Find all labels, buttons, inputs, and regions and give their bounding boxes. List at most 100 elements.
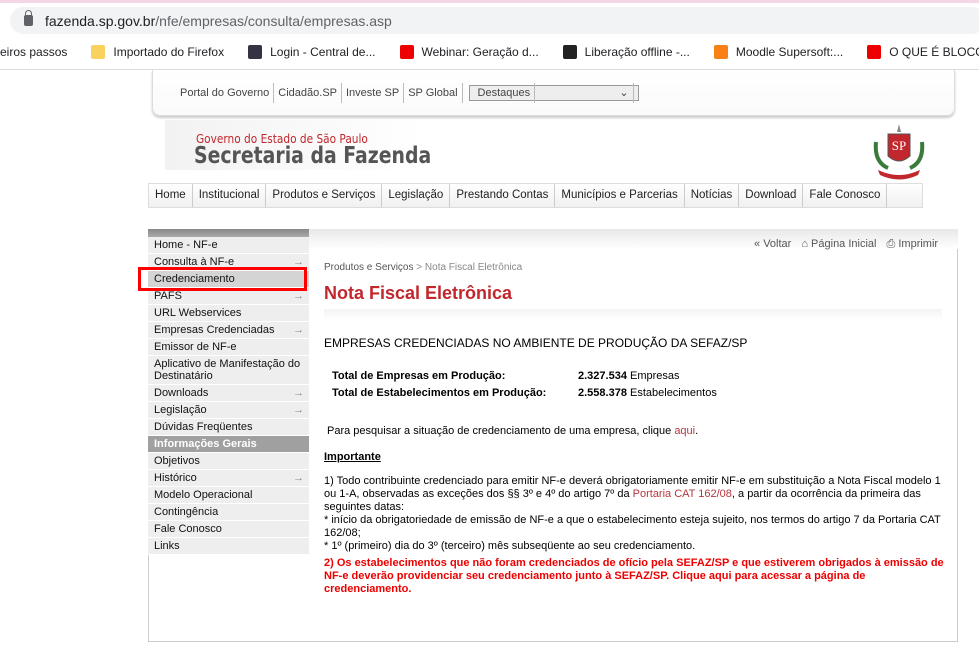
sidebar-item[interactable]: Links	[148, 538, 309, 555]
highlight-box	[138, 267, 307, 291]
bookmark-item[interactable]: O QUE É BLOCO K |...	[867, 45, 979, 59]
link-cidadao-sp[interactable]: Cidadão.SP	[274, 83, 342, 103]
sidebar-item[interactable]: Objetivos	[148, 453, 309, 470]
sidebar-item[interactable]: Aplicativo de Manifestação do Destinatár…	[148, 356, 309, 385]
nav-item-not-cias[interactable]: Notícias	[685, 184, 740, 207]
bookmark-item[interactable]: Moodle Supersoft:...	[713, 45, 844, 59]
home-link[interactable]: ⌂ Página Inicial	[801, 238, 876, 251]
sidebar-item[interactable]: Fale Conosco	[148, 521, 309, 538]
sidebar-item[interactable]: Legislação →	[148, 402, 309, 419]
bookmark-label: Importado do Firefox	[113, 45, 225, 59]
bookmark-item[interactable]: Liberação offline -...	[562, 45, 690, 59]
bookmark-item[interactable]: Login - Central de...	[248, 45, 376, 59]
search-link[interactable]: aqui	[674, 425, 695, 437]
youtube-icon	[399, 45, 414, 59]
p1-item: * 1º (primeiro) dia do 3º (terceiro) mês…	[324, 540, 696, 552]
sidebar-item[interactable]: Downloads →	[148, 385, 309, 402]
back-icon: «	[754, 238, 761, 250]
breadcrumb: Produtos e Serviços > Nota Fiscal Eletrô…	[324, 262, 522, 273]
nav-item-prestando-contas[interactable]: Prestando Contas	[450, 184, 556, 207]
moodle-icon	[713, 45, 728, 59]
sidebar-item-label: Home - NF-e	[154, 239, 218, 251]
print-label: Imprimir	[898, 238, 939, 250]
sidebar-item[interactable]: Empresas Credenciadas →	[148, 322, 309, 339]
svg-text:SP: SP	[892, 138, 906, 153]
chevron-down-icon: ⌄	[615, 83, 634, 103]
important-heading: Importante	[324, 451, 381, 463]
stat-number: 2.327.534	[578, 370, 627, 382]
stat-label: Total de Estabelecimentos em Produção:	[332, 387, 547, 399]
paragraph-1: 1) Todo contribuinte credenciado para em…	[324, 475, 944, 553]
arrow-right-icon: →	[293, 472, 304, 484]
sidebar-item-label: URL Webservices	[154, 307, 242, 319]
site-icon	[248, 45, 263, 59]
nav-item-institucional[interactable]: Institucional	[193, 184, 267, 207]
stat-number: 2.558.378	[578, 387, 627, 399]
tab-strip-edge	[0, 0, 979, 3]
home-icon: ⌂	[801, 238, 808, 250]
stat-value: 2.558.378 Estabelecimentos	[578, 386, 717, 401]
link-portal-governo[interactable]: Portal do Governo	[176, 83, 275, 103]
arrow-right-icon: →	[293, 404, 304, 416]
portaria-link[interactable]: Portaria CAT 162/08	[633, 488, 732, 500]
bookmark-item[interactable]: Importado do Firefox	[91, 45, 224, 59]
back-link[interactable]: « Voltar	[754, 238, 791, 251]
page-tools: « Voltar ⌂ Página Inicial ⎙ Imprimir	[754, 238, 938, 251]
paragraph-2-link[interactable]: 2) Os estabelecimentos que não foram cre…	[324, 557, 944, 596]
link-sp-global[interactable]: SP Global	[404, 83, 463, 103]
sidebar-item[interactable]: Home - NF-e	[148, 237, 309, 254]
page-title: Nota Fiscal Eletrônica	[324, 283, 513, 303]
bookmark-label: Liberação offline -...	[584, 45, 690, 59]
logo-line2: Secretaria da Fazenda	[194, 143, 432, 169]
nav-item-home[interactable]: Home	[149, 184, 193, 207]
sp-crest-icon: SP	[873, 124, 925, 180]
sidebar-section-header: Informações Gerais	[148, 436, 309, 453]
url-host: fazenda.sp.gov.br	[45, 12, 156, 29]
nav-item-download[interactable]: Download	[739, 184, 804, 207]
sidebar-item-label: PAFS	[154, 290, 182, 302]
sidebar-item[interactable]: Contingência	[148, 504, 309, 521]
destaques-select[interactable]: Destaques ⌄	[468, 83, 639, 103]
breadcrumb-sep: >	[413, 262, 425, 273]
nav-item-produtos-e-servi-os[interactable]: Produtos e Serviços	[266, 184, 383, 207]
print-link[interactable]: ⎙ Imprimir	[886, 238, 938, 251]
bookmark-item[interactable]: eiros passos	[0, 45, 67, 59]
address-bar[interactable]: fazenda.sp.gov.br/nfe/empresas/consulta/…	[10, 7, 979, 34]
sidebar-item[interactable]: URL Webservices	[148, 305, 309, 322]
printer-icon: ⎙	[886, 238, 896, 250]
sidebar-item-label: Fale Conosco	[154, 523, 222, 535]
sidebar-item[interactable]: Emissor de NF-e	[148, 339, 309, 356]
nav-item-munic-pios-e-parcerias[interactable]: Municípios e Parcerias	[555, 184, 685, 207]
youtube-icon	[867, 45, 882, 59]
select-value: Destaques	[474, 83, 536, 103]
sidebar-item-label: Empresas Credenciadas	[154, 324, 275, 336]
sidebar-item-label: Histórico	[154, 472, 197, 484]
sidebar-cap	[148, 229, 309, 237]
title-divider	[324, 309, 942, 321]
lock-icon	[24, 10, 33, 26]
sidebar-item[interactable]: Histórico →	[148, 470, 309, 487]
nav-item-fale-conosco[interactable]: Fale Conosco	[803, 184, 888, 207]
arrow-right-icon: →	[293, 324, 304, 336]
main-nav: Home Institucional Produtos e Serviços Legi…	[148, 183, 923, 208]
stat-unit: Estabelecimentos	[630, 387, 717, 399]
sidebar-item-label: Informações Gerais	[154, 438, 257, 450]
sidebar-item-label: Legislação	[154, 404, 207, 416]
search-end: .	[695, 425, 699, 437]
sidebar-item[interactable]: Dúvidas Freqüentes	[148, 419, 309, 436]
bookmark-label: Login - Central de...	[270, 45, 376, 59]
sidebar-item-label: Modelo Operacional	[154, 489, 253, 501]
breadcrumb-parent[interactable]: Produtos e Serviços	[324, 262, 414, 273]
stats-row: Total de Estabelecimentos em Produção: 2.…	[332, 386, 717, 401]
nav-item-legisla-o[interactable]: Legislação	[382, 184, 451, 207]
sidebar-item-label: Dúvidas Freqüentes	[154, 421, 253, 433]
sidebar-item[interactable]: Modelo Operacional	[148, 487, 309, 504]
bookmark-label: Moodle Supersoft:...	[735, 45, 844, 59]
bookmark-label: eiros passos	[0, 45, 68, 59]
bookmark-item[interactable]: Webinar: Geração d...	[399, 45, 539, 59]
stat-unit: Empresas	[630, 370, 680, 382]
search-sentence: Para pesquisar a situação de credenciame…	[327, 425, 675, 437]
link-investe-sp[interactable]: Investe SP	[342, 83, 405, 103]
sidebar-item-label: Emissor de NF-e	[154, 341, 237, 353]
arrow-right-icon: →	[293, 387, 304, 399]
